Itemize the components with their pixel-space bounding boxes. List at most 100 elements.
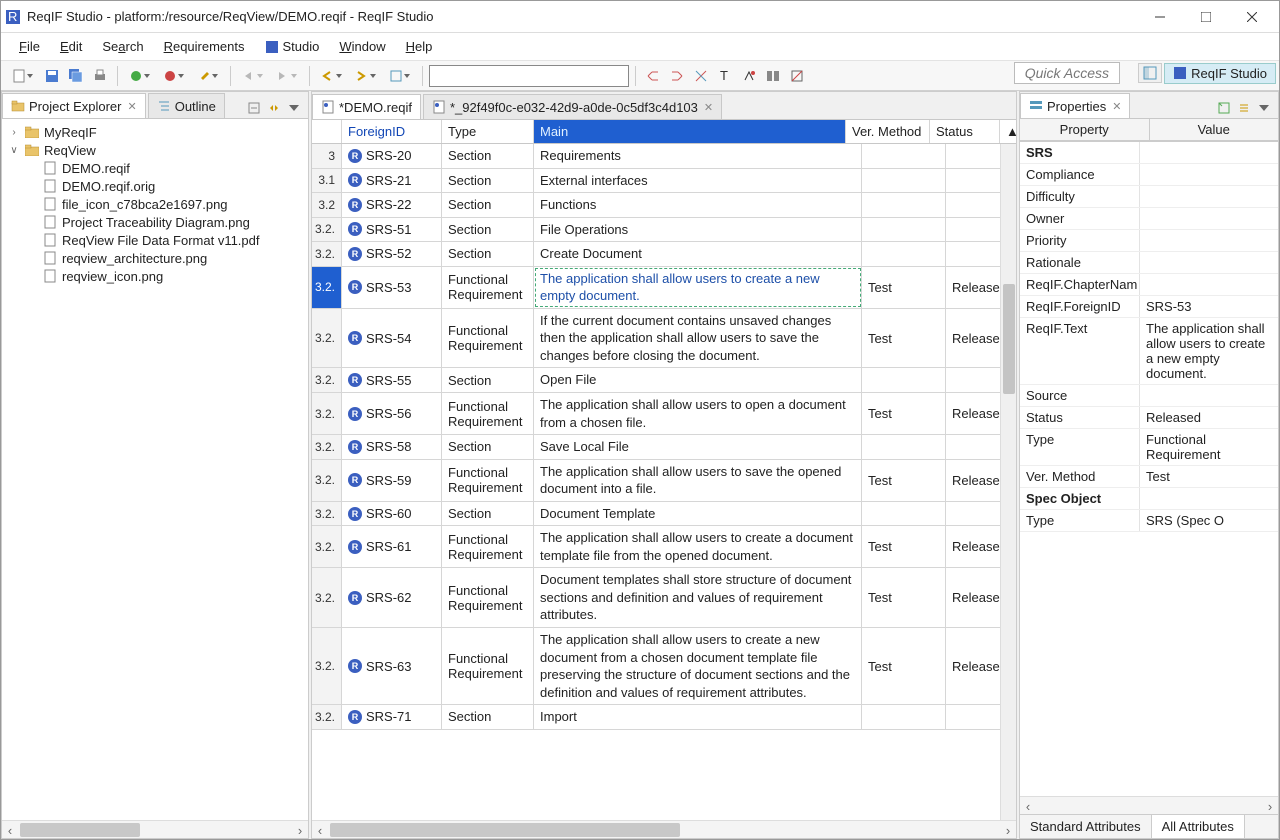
table-row[interactable]: 3.2.RSRS-58SectionSave Local File (312, 435, 1016, 460)
cell-main[interactable]: Open File (534, 368, 862, 392)
property-value[interactable] (1140, 488, 1278, 509)
cell-main[interactable]: The application shall allow users to cre… (534, 267, 862, 308)
table-row[interactable]: 3.2.RSRS-62Functional RequirementDocumen… (312, 568, 1016, 628)
cell-ver[interactable]: Test (862, 460, 946, 501)
tab-outline[interactable]: Outline (148, 93, 225, 118)
cell-foreignid[interactable]: RSRS-52 (342, 242, 442, 266)
minimize-button[interactable] (1137, 2, 1183, 32)
col-main[interactable]: Main (534, 120, 846, 143)
property-value[interactable]: SRS-53 (1140, 296, 1278, 317)
debug-button[interactable] (158, 65, 190, 87)
menu-requirements[interactable]: Requirements (154, 35, 255, 58)
props-tool-2-icon[interactable] (1236, 100, 1252, 116)
property-row[interactable]: Compliance (1020, 164, 1278, 186)
cell-ver[interactable]: Test (862, 267, 946, 308)
cell-type[interactable]: Functional Requirement (442, 460, 534, 501)
cell-type[interactable]: Functional Requirement (442, 393, 534, 434)
tab-standard-attributes[interactable]: Standard Attributes (1020, 815, 1152, 838)
cell-main[interactable]: Import (534, 705, 862, 729)
tree-file[interactable]: ReqView File Data Format v11.pdf (26, 231, 306, 249)
cell-type[interactable]: Functional Requirement (442, 267, 534, 308)
menu-edit[interactable]: Edit (50, 35, 92, 58)
cell-ver[interactable] (862, 502, 946, 526)
horizontal-scrollbar[interactable]: ‹ › (2, 820, 308, 838)
tab-all-attributes[interactable]: All Attributes (1152, 815, 1245, 838)
collapse-all-icon[interactable] (246, 100, 262, 116)
table-row[interactable]: 3.2.RSRS-52SectionCreate Document (312, 242, 1016, 267)
properties-hscroll[interactable]: ‹ › (1020, 796, 1278, 814)
property-value[interactable]: The application shall allow users to cre… (1140, 318, 1278, 384)
tool-icon-7[interactable] (786, 65, 808, 87)
view-menu-icon[interactable] (1256, 100, 1272, 116)
tree-file[interactable]: reqview_icon.png (26, 267, 306, 285)
property-value[interactable] (1140, 274, 1278, 295)
property-row[interactable]: StatusReleased (1020, 407, 1278, 429)
cell-ver[interactable]: Test (862, 628, 946, 704)
menu-search[interactable]: Search (92, 35, 153, 58)
toolbar-search-input[interactable] (429, 65, 629, 87)
col-status[interactable]: Status (930, 120, 1000, 143)
property-row[interactable]: ReqIF.TextThe application shall allow us… (1020, 318, 1278, 385)
table-row[interactable]: 3.2.RSRS-56Functional RequirementThe app… (312, 393, 1016, 435)
nav-button-1[interactable] (237, 65, 269, 87)
print-button[interactable] (89, 65, 111, 87)
chevron-right-icon[interactable]: › (8, 127, 20, 138)
cell-type[interactable]: Section (442, 435, 534, 459)
save-button[interactable] (41, 65, 63, 87)
close-button[interactable] (1229, 2, 1275, 32)
tool-icon-3[interactable] (690, 65, 712, 87)
table-row[interactable]: 3.2.RSRS-51SectionFile Operations (312, 218, 1016, 243)
cell-type[interactable]: Functional Requirement (442, 526, 534, 567)
cell-ver[interactable] (862, 169, 946, 193)
tool-icon-4[interactable]: T (714, 65, 736, 87)
cell-ver[interactable] (862, 218, 946, 242)
cell-type[interactable]: Section (442, 705, 534, 729)
cell-main[interactable]: The application shall allow users to cre… (534, 628, 862, 704)
scroll-thumb[interactable] (20, 823, 140, 837)
cell-ver[interactable]: Test (862, 568, 946, 627)
close-icon[interactable]: ✕ (127, 100, 136, 113)
cell-foreignid[interactable]: RSRS-62 (342, 568, 442, 627)
property-value[interactable]: Test (1140, 466, 1278, 487)
cell-main[interactable]: External interfaces (534, 169, 862, 193)
table-row[interactable]: 3.2.RSRS-61Functional RequirementThe app… (312, 526, 1016, 568)
cell-foreignid[interactable]: RSRS-21 (342, 169, 442, 193)
property-value[interactable] (1140, 208, 1278, 229)
maximize-button[interactable] (1183, 2, 1229, 32)
cell-foreignid[interactable]: RSRS-61 (342, 526, 442, 567)
cell-foreignid[interactable]: RSRS-22 (342, 193, 442, 217)
cell-foreignid[interactable]: RSRS-71 (342, 705, 442, 729)
horizontal-scrollbar[interactable]: ‹ › (312, 820, 1016, 838)
cell-main[interactable]: File Operations (534, 218, 862, 242)
table-row[interactable]: 3.2.RSRS-60SectionDocument Template (312, 502, 1016, 527)
tool-icon-2[interactable] (666, 65, 688, 87)
cell-ver[interactable] (862, 368, 946, 392)
property-group[interactable]: Spec Object (1020, 488, 1278, 510)
table-row[interactable]: 3.2.RSRS-55SectionOpen File (312, 368, 1016, 393)
cell-ver[interactable] (862, 193, 946, 217)
property-row[interactable]: Ver. MethodTest (1020, 466, 1278, 488)
cell-type[interactable]: Section (442, 169, 534, 193)
property-row[interactable]: TypeSRS (Spec O (1020, 510, 1278, 532)
property-row[interactable]: Owner (1020, 208, 1278, 230)
vertical-scrollbar[interactable] (1000, 144, 1016, 820)
table-row[interactable]: 3.2.RSRS-59Functional RequirementThe app… (312, 460, 1016, 502)
tab-project-explorer[interactable]: Project Explorer ✕ (2, 93, 146, 118)
props-tool-1-icon[interactable] (1216, 100, 1232, 116)
col-foreignid[interactable]: ForeignID (342, 120, 442, 143)
editor-tab-demo[interactable]: *DEMO.reqif (312, 94, 421, 119)
project-tree[interactable]: ›MyReqIF∨ReqViewDEMO.reqifDEMO.reqif.ori… (2, 119, 308, 820)
property-row[interactable]: ReqIF.ChapterNam (1020, 274, 1278, 296)
cell-foreignid[interactable]: RSRS-55 (342, 368, 442, 392)
scroll-thumb[interactable] (330, 823, 680, 837)
perspective-reqif-studio[interactable]: ReqIF Studio (1164, 63, 1276, 84)
run-button[interactable] (124, 65, 156, 87)
cell-foreignid[interactable]: RSRS-20 (342, 144, 442, 168)
chevron-down-icon[interactable]: ∨ (8, 145, 20, 156)
forward-button[interactable] (350, 65, 382, 87)
cell-main[interactable]: The application shall allow users to cre… (534, 526, 862, 567)
cell-type[interactable]: Functional Requirement (442, 568, 534, 627)
scroll-left-icon[interactable]: ‹ (312, 821, 328, 839)
cell-main[interactable]: The application shall allow users to sav… (534, 460, 862, 501)
tree-file[interactable]: Project Traceability Diagram.png (26, 213, 306, 231)
